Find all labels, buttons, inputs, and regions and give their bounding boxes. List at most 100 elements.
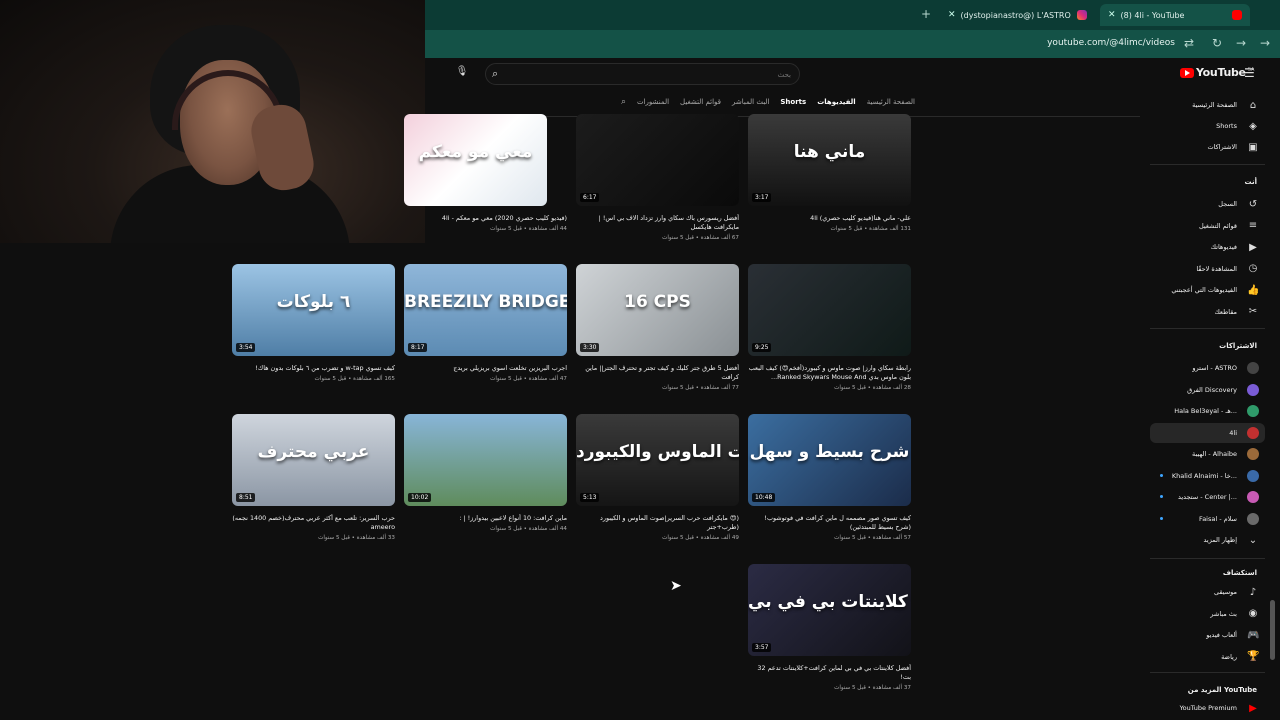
- tab-videos[interactable]: الفيديوهات: [817, 98, 856, 106]
- sidebar-item-your-videos[interactable]: ▶ فيديوهاتك: [1150, 237, 1265, 257]
- video-card[interactable]: ٦ بلوكات 3:54 كيف تسوي w-tap و تضرب من ٦ ب…: [232, 264, 395, 382]
- video-thumbnail[interactable]: عربي محترف 8:51: [232, 414, 395, 506]
- sidebar-item-subscription[interactable]: الهيبة - Alhaibe: [1150, 444, 1265, 464]
- channel-tabs: الصفحة الرئيسية الفيديوهات Shorts البث ا…: [620, 95, 915, 109]
- sidebar-item-watch-later[interactable]: ◷ المشاهدة لاحقًا: [1150, 259, 1265, 279]
- sidebar-item-home[interactable]: ⌂ الصفحة الرئيسية: [1150, 95, 1265, 115]
- video-title[interactable]: ماين كرافت: 10 أنواع لاعبين بيدوارز! | :: [404, 514, 567, 523]
- sidebar-item-label: رياضة: [1221, 652, 1237, 661]
- video-thumbnail[interactable]: BREEZILY BRIDGE 8:17: [404, 264, 567, 356]
- video-duration: 10:48: [752, 493, 776, 502]
- sidebar-item-label: Hala Bel3eyal - هـ...: [1174, 407, 1237, 415]
- video-title[interactable]: كيف تسوي صور مصممه ل ماين كرافت في فوتوش…: [748, 514, 911, 532]
- video-title[interactable]: اجرب البريزين تخلعت اسوي بريزيلي بريدج: [404, 364, 567, 373]
- video-card[interactable]: أفضل 5 كلاينتات بي في بي 3:57 أفضل كلاينتا…: [748, 564, 911, 691]
- video-meta: 28 ألف مشاهدة • قبل 5 سنوات: [834, 385, 911, 391]
- video-title[interactable]: حرب السرير: تلعب مع أكثر عربي محترف(خصم …: [232, 514, 395, 532]
- reload-icon[interactable]: ↻: [1209, 36, 1225, 50]
- sidebar-item-subscription[interactable]: الفرق Discovery: [1150, 380, 1265, 400]
- video-title[interactable]: أفضل ريسورس باك سكاي وارز تزداد الاف بي …: [576, 214, 739, 232]
- video-card[interactable]: معي مو معكم (فيديو كليب حصري 2020) معي مو…: [404, 114, 567, 232]
- sidebar-item-label: بث مباشر: [1210, 609, 1237, 618]
- video-title[interactable]: (فيديو كليب حصري 2020) معي مو معكم - 4li: [404, 214, 567, 223]
- sidebar-item-label: الفيديوهات التي أعجبتني: [1171, 286, 1237, 294]
- sidebar-item-subscriptions[interactable]: ▣ الاشتراكات: [1150, 137, 1265, 157]
- sidebar-item-shorts[interactable]: ◈ Shorts: [1150, 116, 1265, 136]
- video-title[interactable]: أفضل كلاينتات بي في بي لماين كرافت+كلاين…: [748, 664, 911, 682]
- channel-search-icon[interactable]: ⌕: [621, 97, 626, 107]
- page-settings-icon[interactable]: ⇄: [1181, 36, 1197, 50]
- new-tab-icon[interactable]: +: [918, 7, 934, 21]
- sidebar-item-gaming[interactable]: 🎮 ألعاب فيديو: [1150, 625, 1265, 645]
- video-title[interactable]: علي- ماني هنا(فيديو كليب حصري) 4li: [748, 214, 911, 223]
- sidebar-item-clips[interactable]: ✂ مقاطعك: [1150, 302, 1265, 322]
- video-title[interactable]: أفضل 5 طرق جتر كليك و كيف تجتر و تحترف ا…: [576, 364, 739, 382]
- close-tab-icon[interactable]: ✕: [1108, 10, 1116, 20]
- video-thumbnail[interactable]: ٦ بلوكات 3:54: [232, 264, 395, 356]
- sidebar-item-liked[interactable]: 👍 الفيديوهات التي أعجبتني: [1150, 280, 1265, 300]
- tab-posts[interactable]: المنشورات: [637, 98, 669, 106]
- search-input[interactable]: [531, 68, 791, 82]
- scrollbar[interactable]: [1270, 600, 1275, 660]
- sidebar-item-music[interactable]: ♪ موسيقى: [1150, 582, 1265, 602]
- video-thumbnail[interactable]: أفضل 5 كلاينتات بي في بي 3:57: [748, 564, 911, 656]
- sidebar-item-subscription[interactable]: Hala Bel3eyal - هـ...: [1150, 401, 1265, 421]
- video-duration: 9:25: [752, 343, 772, 352]
- video-title[interactable]: رابطة سكاي وارز| صوت ماوس و كيبورد(أفخم😍…: [748, 364, 911, 382]
- video-card[interactable]: صوت الماوس والكيبورد 5:13 (😍 مايكرافت حرب …: [576, 414, 739, 541]
- sidebar-item-subscription[interactable]: ستجديد - Center |...: [1150, 487, 1265, 507]
- sidebar-item-premium[interactable]: ▶ YouTube Premium: [1150, 698, 1265, 718]
- video-thumbnail[interactable]: 9:25: [748, 264, 911, 356]
- video-thumbnail[interactable]: صوت الماوس والكيبورد 5:13: [576, 414, 739, 506]
- channel-avatar: [1247, 362, 1259, 374]
- history-icon: ↺: [1248, 198, 1258, 210]
- sidebar-item-subscription[interactable]: 4li: [1150, 422, 1265, 443]
- search-box[interactable]: ⌕: [485, 63, 800, 85]
- tab-instagram[interactable]: ✕ (dystopianastro@) L'ASTRO: [940, 4, 1095, 26]
- logo-text: YouTube: [1196, 66, 1246, 79]
- video-card[interactable]: 9:25 رابطة سكاي وارز| صوت ماوس و كيبورد(أ…: [748, 264, 911, 391]
- thumbnail-text: ٦ بلوكات: [276, 292, 351, 312]
- video-card[interactable]: عربي محترف 8:51 حرب السرير: تلعب مع أكثر ع…: [232, 414, 395, 541]
- tab-home[interactable]: الصفحة الرئيسية: [867, 98, 915, 106]
- sidebar-item-history[interactable]: ↺ السجل: [1150, 194, 1265, 214]
- tab-playlists[interactable]: قوائم التشغيل: [680, 98, 721, 106]
- video-thumbnail[interactable]: ماني هنا 3:17: [748, 114, 911, 206]
- video-thumbnail[interactable]: شرح بسيط و سهل 10:48: [748, 414, 911, 506]
- video-thumbnail[interactable]: معي مو معكم: [404, 114, 547, 206]
- tab-youtube[interactable]: ✕ (8) 4li - YouTube: [1100, 4, 1250, 26]
- sidebar-item-label: ألعاب فيديو: [1206, 631, 1237, 639]
- sidebar-item-show-more[interactable]: ⌄ إظهار المزيد: [1150, 530, 1265, 550]
- video-thumbnail[interactable]: 6:17: [576, 114, 739, 206]
- menu-icon[interactable]: ☰: [1244, 66, 1255, 80]
- video-thumbnail[interactable]: 16 CPS 3:30: [576, 264, 739, 356]
- youtube-logo-icon: [1180, 67, 1194, 78]
- video-card[interactable]: 10:02 ماين كرافت: 10 أنواع لاعبين بيدوارز…: [404, 414, 567, 532]
- voice-search-icon[interactable]: 🎙: [455, 66, 469, 82]
- sidebar-item-subscription[interactable]: استرو - ASTRO: [1150, 358, 1265, 378]
- tab-live[interactable]: البث المباشر: [732, 98, 769, 106]
- forward-icon[interactable]: →: [1233, 36, 1249, 50]
- video-card[interactable]: 6:17 أفضل ريسورس باك سكاي وارز تزداد الاف…: [576, 114, 739, 241]
- sidebar-item-playlists[interactable]: ≡ قوائم التشغيل: [1150, 216, 1265, 236]
- new-content-dot: [1160, 495, 1163, 498]
- sidebar-item-label: إظهار المزيد: [1203, 536, 1237, 544]
- tab-shorts[interactable]: Shorts: [780, 98, 806, 106]
- video-title[interactable]: (😍 مايكرافت حرب السرير|صوت الماوس و الكي…: [576, 514, 739, 532]
- sidebar-item-subscription[interactable]: Khalid Alnaimi - خا...: [1150, 466, 1265, 486]
- video-card[interactable]: ماني هنا 3:17 علي- ماني هنا(فيديو كليب حصر…: [748, 114, 911, 232]
- video-meta: 44 ألف مشاهدة • قبل 5 سنوات: [490, 226, 567, 232]
- sidebar-item-subscription[interactable]: Faisal - سلام: [1150, 509, 1265, 529]
- sidebar-item-live[interactable]: ◉ بث مباشر: [1150, 604, 1265, 624]
- close-tab-icon[interactable]: ✕: [948, 10, 956, 20]
- video-card[interactable]: BREEZILY BRIDGE 8:17 اجرب البريزين تخلعت ا…: [404, 264, 567, 382]
- video-meta: 57 ألف مشاهدة • قبل 5 سنوات: [834, 535, 911, 541]
- sidebar-item-sports[interactable]: 🏆 رياضة: [1150, 647, 1265, 667]
- search-icon[interactable]: ⌕: [492, 67, 498, 81]
- video-thumbnail[interactable]: 10:02: [404, 414, 567, 506]
- video-card[interactable]: شرح بسيط و سهل 10:48 كيف تسوي صور مصممه ل …: [748, 414, 911, 541]
- video-title[interactable]: كيف تسوي w-tap و تضرب من ٦ بلوكات بدون ه…: [232, 364, 395, 373]
- url-text[interactable]: youtube.com/@4limc/videos: [1047, 38, 1175, 48]
- back-icon[interactable]: →: [1257, 36, 1273, 50]
- video-card[interactable]: 16 CPS 3:30 أفضل 5 طرق جتر كليك و كيف تجتر…: [576, 264, 739, 391]
